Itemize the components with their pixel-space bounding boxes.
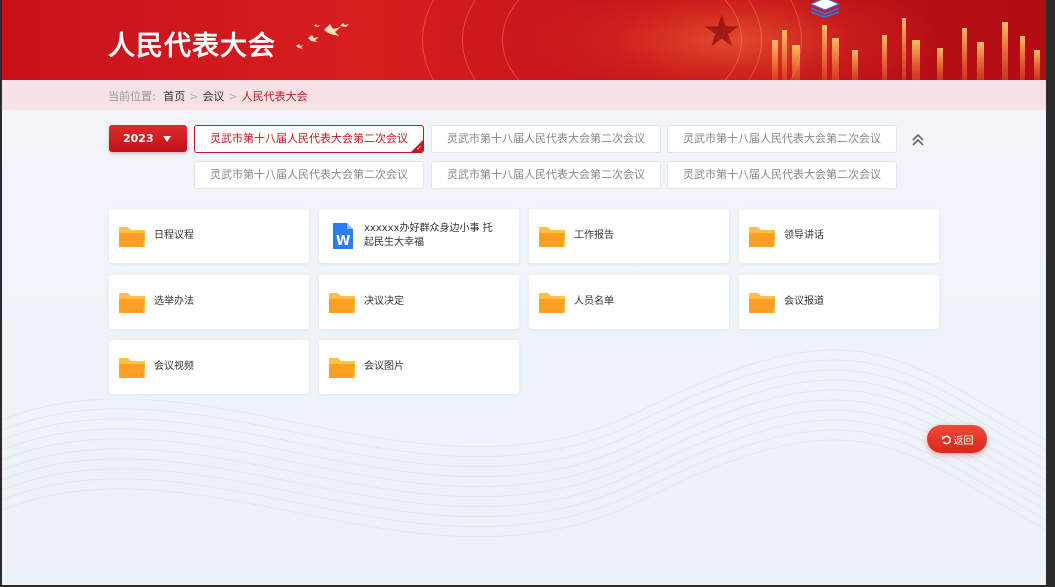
- meeting-chip-label: 灵武市第十八届人民代表大会第二次会议: [683, 132, 881, 145]
- folder-card-label: 会议视频: [154, 361, 194, 372]
- folder-card[interactable]: 会议图片: [319, 340, 519, 394]
- meeting-chip[interactable]: 灵武市第十八届人民代表大会第二次会议: [667, 161, 897, 189]
- header-banner: ★ 人民代表大会: [2, 0, 1046, 80]
- folder-card[interactable]: 工作报告: [529, 209, 729, 263]
- folder-card[interactable]: 决议决定: [319, 275, 519, 329]
- breadcrumb-meeting[interactable]: 会议: [202, 90, 224, 103]
- folder-icon: [539, 293, 565, 313]
- breadcrumb-current: 人民代表大会: [241, 90, 308, 103]
- document-card-label: xxxxxx办好群众身边小事 托起民生大幸福: [364, 223, 493, 248]
- meeting-chip-label: 灵武市第十八届人民代表大会第二次会议: [447, 132, 645, 145]
- back-button[interactable]: 返回: [927, 425, 987, 453]
- svg-text:W: W: [336, 234, 350, 249]
- breadcrumb: 当前位置: 首页 > 会议 > 人民代表大会: [108, 88, 308, 104]
- folder-icon: [539, 227, 565, 247]
- word-doc-icon: W: [333, 223, 353, 249]
- document-card[interactable]: W xxxxxx办好群众身边小事 托起民生大幸福: [319, 209, 519, 263]
- folder-icon: [749, 293, 775, 313]
- folder-card[interactable]: 会议视频: [109, 340, 309, 394]
- folder-card-label: 日程议程: [154, 230, 194, 241]
- folder-card[interactable]: 人员名单: [529, 275, 729, 329]
- undo-arrow-icon: [941, 435, 951, 444]
- breadcrumb-home[interactable]: 首页: [163, 90, 185, 103]
- folder-card[interactable]: 选举办法: [109, 275, 309, 329]
- meeting-chip[interactable]: 灵武市第十八届人民代表大会第二次会议: [431, 161, 661, 189]
- collapse-up-icon[interactable]: [910, 132, 926, 148]
- meeting-chip-label: 灵武市第十八届人民代表大会第二次会议: [210, 168, 408, 181]
- meeting-chip-label: 灵武市第十八届人民代表大会第二次会议: [447, 168, 645, 181]
- caret-down-icon: [163, 136, 171, 142]
- folder-card[interactable]: 领导讲话: [739, 209, 939, 263]
- folder-icon: [749, 227, 775, 247]
- back-button-label: 返回: [953, 435, 974, 447]
- folder-card-label: 决议决定: [364, 296, 404, 307]
- window-edge: [1046, 0, 1055, 587]
- folder-card-label: 工作报告: [574, 230, 614, 241]
- doves-icon: [296, 23, 349, 49]
- year-value: 2023: [123, 132, 154, 145]
- check-icon: ✓: [416, 144, 422, 152]
- meeting-chip-label: 灵武市第十八届人民代表大会第二次会议: [210, 132, 408, 145]
- star-icon: ★: [702, 6, 742, 57]
- breadcrumb-separator: >: [189, 90, 199, 103]
- city-skyline-decoration: [772, 18, 1040, 80]
- meeting-chip[interactable]: 灵武市第十八届人民代表大会第二次会议: [194, 161, 424, 189]
- folder-icon: [119, 227, 145, 247]
- folder-card-label: 人员名单: [574, 296, 614, 307]
- folder-card-label: 会议报道: [784, 296, 824, 307]
- folder-card-label: 选举办法: [154, 296, 194, 307]
- folder-icon: [119, 293, 145, 313]
- meeting-chip-label: 灵武市第十八届人民代表大会第二次会议: [683, 168, 881, 181]
- year-dropdown[interactable]: 2023: [109, 125, 187, 152]
- page-title: 人民代表大会: [108, 31, 276, 62]
- meeting-chip[interactable]: 灵武市第十八届人民代表大会第二次会议: [431, 125, 661, 153]
- app-frame: ★ 人民代表大会 当前位置: 首页 > 会议 > 人民代表大会 2023 灵武市…: [2, 0, 1046, 585]
- meeting-chip[interactable]: 灵武市第十八届人民代表大会第二次会议: [667, 125, 897, 153]
- meeting-chip[interactable]: 灵武市第十八届人民代表大会第二次会议 ✓: [194, 125, 424, 153]
- folder-card-label: 领导讲话: [784, 230, 824, 241]
- breadcrumb-bar: 当前位置: 首页 > 会议 > 人民代表大会: [2, 80, 1046, 110]
- folder-icon: [329, 358, 355, 378]
- folder-card-label: 会议图片: [364, 361, 404, 372]
- folder-card[interactable]: 日程议程: [109, 209, 309, 263]
- folder-icon: [329, 293, 355, 313]
- folder-icon: [119, 358, 145, 378]
- breadcrumb-separator: >: [228, 90, 238, 103]
- breadcrumb-prefix: 当前位置:: [108, 90, 156, 103]
- folder-card[interactable]: 会议报道: [739, 275, 939, 329]
